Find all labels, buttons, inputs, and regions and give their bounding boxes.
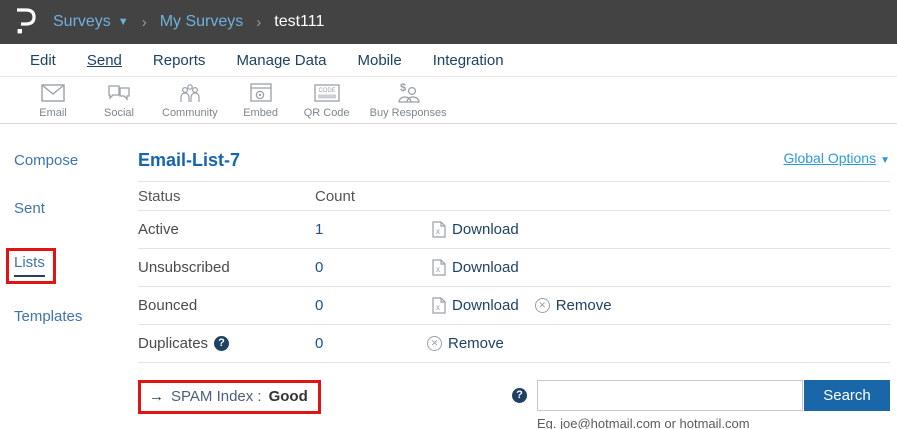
chevron-down-icon: ▼ [880,155,890,166]
tool-social[interactable]: Social [96,81,142,119]
search-area: ? Search Eg. joe@hotmail.com or hotmail.… [512,380,890,429]
menu-item-send[interactable]: Send [87,52,122,69]
count-value: 0 [315,297,432,314]
app-logo-icon[interactable] [13,7,39,37]
remove-circle-icon: ✕ [535,298,550,313]
search-hint: Eg. joe@hotmail.com or hotmail.com [537,416,890,429]
send-toolbar: Email Social Community Embed CODE QR Cod… [0,77,897,124]
community-icon [178,81,202,105]
remove-bounced-link[interactable]: ✕ Remove [535,297,612,314]
tool-buy-responses[interactable]: $ Buy Responses [370,81,447,119]
menu-item-reports[interactable]: Reports [153,52,206,69]
download-label: Download [452,259,519,276]
table-row-duplicates: Duplicates? 0 ✕ Remove [138,325,890,363]
column-header-status: Status [138,188,315,205]
tool-email[interactable]: Email [30,81,76,119]
arrow-right-icon: → [149,388,164,405]
remove-circle-icon: ✕ [427,336,442,351]
global-options-link[interactable]: Global Options ▼ [783,150,890,166]
svg-text:x: x [436,227,440,236]
table-row-unsubscribed: Unsubscribed 0 x Download [138,249,890,287]
download-active-link[interactable]: x Download [432,221,519,238]
status-label: Duplicates [138,335,208,352]
menu-item-edit[interactable]: Edit [30,52,56,69]
send-sidebar: Compose Sent Lists Templates [0,124,135,356]
tool-community[interactable]: Community [162,81,218,119]
table-row-bounced: Bounced 0 x Download ✕ Remove [138,287,890,325]
svg-text:$: $ [400,82,406,94]
count-value: 1 [315,221,432,238]
qr-code-icon: CODE [314,81,340,105]
svg-text:x: x [436,303,440,312]
breadcrumb-surveys[interactable]: Surveys [53,13,111,31]
column-header-count: Count [315,188,432,205]
embed-icon [250,81,272,105]
tool-label: Buy Responses [370,107,447,119]
top-bar: Surveys ▼ › My Surveys › test111 [0,0,897,44]
count-value: 0 [315,335,432,352]
breadcrumb-current-survey: test111 [274,13,324,31]
menu-item-manage-data[interactable]: Manage Data [236,52,326,69]
search-input[interactable] [537,380,803,411]
tool-label: Email [39,107,67,119]
sidebar-item-lists[interactable]: Lists [14,254,45,277]
download-label: Download [452,221,519,238]
annotation-box-lists: Lists [6,248,56,284]
tool-label: Social [104,107,134,119]
social-icon [107,81,131,105]
sidebar-item-compose[interactable]: Compose [14,152,135,169]
breadcrumb-separator: › [256,14,261,31]
search-button[interactable]: Search [804,380,890,411]
table-header-row: Status Count [138,181,890,211]
count-value: 0 [315,259,432,276]
breadcrumb-separator: › [142,14,147,31]
tool-label: Community [162,107,218,119]
svg-text:x: x [436,265,440,274]
excel-file-icon: x [432,297,446,314]
menu-item-mobile[interactable]: Mobile [358,52,402,69]
remove-label: Remove [448,335,504,352]
global-options-label: Global Options [783,150,876,166]
excel-file-icon: x [432,221,446,238]
download-unsubscribed-link[interactable]: x Download [432,259,519,276]
breadcrumb-my-surveys[interactable]: My Surveys [160,13,244,31]
page-title: Email-List-7 [138,150,240,171]
chevron-down-icon[interactable]: ▼ [118,16,129,28]
status-label: Unsubscribed [138,259,315,276]
excel-file-icon: x [432,259,446,276]
download-label: Download [452,297,519,314]
annotation-box-spam-index: → SPAM Index : Good [138,380,321,414]
list-detail-panel: Email-List-7 Global Options ▼ Status Coun… [135,124,897,429]
spam-index-label: SPAM Index : [171,388,262,405]
duplicates-help-icon[interactable]: ? [214,336,229,351]
table-row-active: Active 1 x Download [138,211,890,249]
email-icon [41,81,65,105]
status-label: Active [138,221,315,238]
remove-label: Remove [556,297,612,314]
buy-responses-icon: $ [395,81,421,105]
tool-embed[interactable]: Embed [238,81,284,119]
tool-label: Embed [243,107,278,119]
menu-item-integration[interactable]: Integration [433,52,504,69]
spam-index-value: Good [269,388,308,405]
remove-duplicates-link[interactable]: ✕ Remove [427,335,504,352]
main-menu: Edit Send Reports Manage Data Mobile Int… [0,44,897,77]
tool-qr-code[interactable]: CODE QR Code [304,81,350,119]
tool-label: QR Code [304,107,350,119]
sidebar-item-sent[interactable]: Sent [14,200,135,217]
sidebar-item-templates[interactable]: Templates [14,308,135,325]
search-help-icon[interactable]: ? [512,388,527,403]
status-label: Bounced [138,297,315,314]
download-bounced-link[interactable]: x Download [432,297,519,314]
svg-text:CODE: CODE [318,88,335,94]
